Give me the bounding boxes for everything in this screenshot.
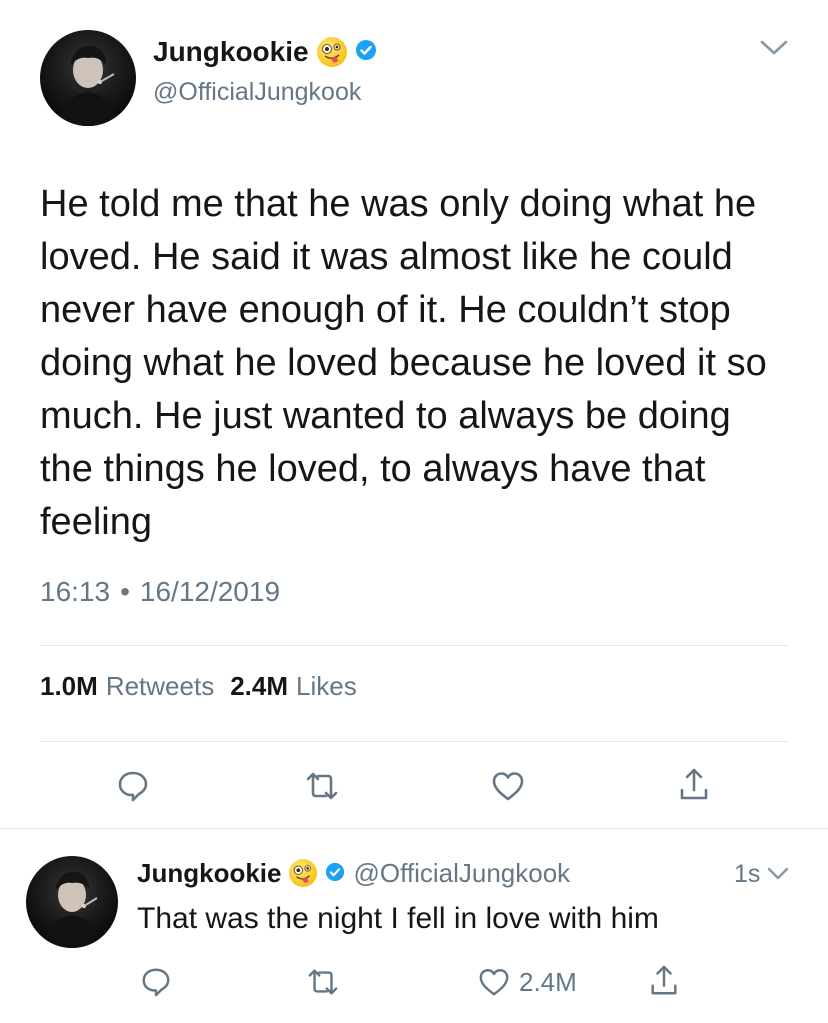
tweet-date[interactable]: 16/12/2019: [140, 576, 280, 608]
avatar-photo: [43, 871, 101, 948]
reply-like-button[interactable]: 2.4M: [477, 962, 577, 1002]
reply-display-name[interactable]: Jungkookie: [137, 858, 281, 889]
divider: [40, 645, 788, 646]
like-icon: [477, 966, 511, 998]
divider: [0, 828, 828, 829]
zany-face-emoji-icon: [316, 37, 347, 67]
likes-stat[interactable]: 2.4M Likes: [230, 671, 357, 702]
verified-badge-icon: [325, 858, 345, 889]
retweets-label: Retweets: [105, 671, 215, 701]
likes-count: 2.4M: [230, 671, 289, 701]
like-icon[interactable]: [488, 766, 528, 806]
avatar-photo: [58, 45, 118, 126]
chevron-down-icon[interactable]: [758, 36, 790, 60]
retweet-icon[interactable]: [302, 962, 344, 1002]
retweets-count: 1.0M: [40, 671, 98, 701]
verified-badge-icon: [355, 39, 377, 66]
display-name[interactable]: Jungkookie: [153, 36, 309, 68]
reply-handle[interactable]: @OfficialJungkook: [353, 858, 570, 889]
reply-timestamp[interactable]: 1s: [734, 860, 760, 889]
divider: [40, 741, 788, 742]
reply-icon[interactable]: [113, 766, 153, 806]
tweet-text: He told me that he was only doing what h…: [40, 183, 767, 543]
retweet-icon[interactable]: [300, 766, 344, 806]
tweet-time[interactable]: 16:13: [40, 576, 110, 608]
chevron-down-icon[interactable]: [766, 866, 790, 882]
share-icon[interactable]: [674, 764, 714, 806]
reply-text: That was the night I fell in love with h…: [137, 902, 659, 935]
zany-face-emoji-icon: [289, 859, 318, 887]
avatar[interactable]: [40, 30, 136, 126]
retweets-stat[interactable]: 1.0M Retweets: [40, 671, 214, 702]
share-icon[interactable]: [644, 960, 684, 1002]
likes-label: Likes: [296, 671, 357, 701]
timestamp-separator: •: [120, 576, 130, 607]
reply-like-count: 2.4M: [519, 966, 577, 997]
reply-icon[interactable]: [136, 962, 176, 1002]
reply-avatar[interactable]: [26, 856, 118, 948]
handle[interactable]: @OfficialJungkook: [153, 78, 361, 107]
